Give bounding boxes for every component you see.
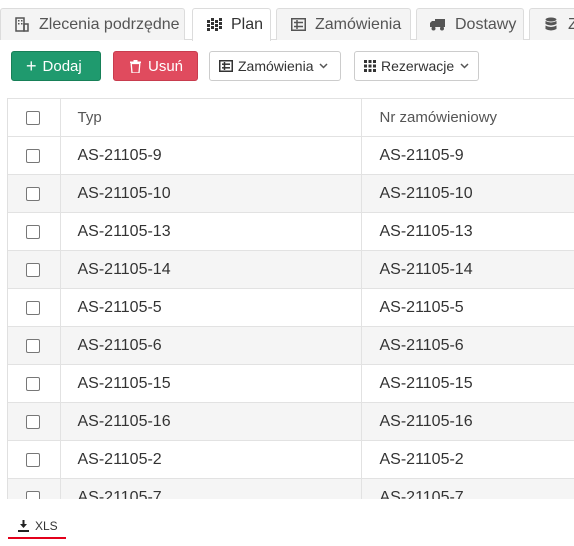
plus-icon: + [26, 56, 37, 76]
tab-dostawy[interactable]: Dostawy [416, 8, 524, 40]
cell-typ: AS-21105-14 [60, 250, 362, 289]
row-checkbox[interactable] [26, 148, 40, 163]
cell-typ: AS-21105-10 [60, 174, 362, 213]
table-row[interactable]: AS-21105-9 AS-21105-9 [8, 136, 574, 175]
delete-button[interactable]: Usuń [113, 51, 198, 81]
table-row[interactable]: AS-21105-15 AS-21105-15 [8, 364, 574, 403]
row-checkbox[interactable] [26, 262, 40, 277]
cell-typ: AS-21105-13 [60, 212, 362, 251]
list-icon [219, 60, 233, 72]
table-header-row: Typ Nr zamówieniowy [8, 98, 574, 137]
tab-label: Z [568, 16, 574, 34]
truck-icon [430, 17, 446, 33]
table-row[interactable]: AS-21105-13 AS-21105-13 [8, 212, 574, 251]
table-row[interactable]: AS-21105-14 AS-21105-14 [8, 250, 574, 289]
download-icon [18, 520, 29, 532]
add-button[interactable]: + Dodaj [11, 51, 101, 81]
table-row[interactable]: AS-21105-6 AS-21105-6 [8, 326, 574, 365]
orders-table: Typ Nr zamówieniowy AS-21105-9 AS-21105-9… [7, 98, 574, 499]
table-row[interactable]: AS-21105-2 AS-21105-2 [8, 440, 574, 479]
table-row[interactable]: AS-21105-7 AS-21105-7 [8, 478, 574, 499]
orders-dropdown-label: Zamówienia [238, 58, 314, 74]
list-icon [290, 17, 306, 33]
building-icon [14, 17, 30, 33]
cell-nr-zamowieniowy: AS-21105-9 [361, 136, 574, 175]
reservations-dropdown[interactable]: Rezerwacje [354, 51, 479, 81]
tab-label: Zlecenia podrzędne [39, 15, 180, 33]
cell-nr-zamowieniowy: AS-21105-10 [361, 174, 574, 213]
tab-label: Dostawy [455, 15, 517, 33]
export-xls-button[interactable]: XLS [8, 512, 66, 540]
row-checkbox[interactable] [26, 224, 40, 239]
cell-nr-zamowieniowy: AS-21105-5 [361, 288, 574, 327]
cell-typ: AS-21105-5 [60, 288, 362, 327]
row-checkbox[interactable] [26, 414, 40, 429]
reservations-dropdown-label: Rezerwacje [381, 58, 455, 74]
database-icon [543, 17, 559, 33]
tab-plan[interactable]: Plan [192, 8, 271, 41]
cell-nr-zamowieniowy: AS-21105-14 [361, 250, 574, 289]
row-checkbox[interactable] [26, 300, 40, 315]
column-header-typ[interactable]: Typ [60, 98, 362, 137]
cell-typ: AS-21105-7 [60, 478, 362, 499]
select-all-checkbox[interactable] [26, 110, 40, 125]
column-header-nr-zamowieniowy[interactable]: Nr zamówieniowy [361, 98, 574, 137]
chevron-down-icon [460, 63, 469, 69]
tab-label: Plan [231, 16, 264, 33]
cell-nr-zamowieniowy: AS-21105-2 [361, 440, 574, 479]
row-checkbox[interactable] [26, 338, 40, 353]
tab-zamowienia[interactable]: Zamówienia [276, 8, 411, 40]
tab-zlecenia-podrzedne[interactable]: Zlecenia podrzędne [0, 8, 185, 40]
row-checkbox[interactable] [26, 376, 40, 391]
cell-nr-zamowieniowy: AS-21105-7 [361, 478, 574, 499]
grid-icon [364, 60, 376, 72]
cell-nr-zamowieniowy: AS-21105-16 [361, 402, 574, 441]
row-checkbox[interactable] [26, 452, 40, 467]
table-row[interactable]: AS-21105-16 AS-21105-16 [8, 402, 574, 441]
chevron-down-icon [319, 63, 329, 69]
cell-nr-zamowieniowy: AS-21105-13 [361, 212, 574, 251]
table-row[interactable]: AS-21105-5 AS-21105-5 [8, 288, 574, 327]
cell-typ: AS-21105-15 [60, 364, 362, 403]
delete-button-label: Usuń [148, 57, 184, 75]
tab-label: Zamówienia [315, 15, 402, 33]
tab-database[interactable]: Z [529, 8, 574, 40]
export-xls-label: XLS [35, 519, 58, 533]
cell-typ: AS-21105-2 [60, 440, 362, 479]
active-underline [8, 537, 66, 539]
cell-nr-zamowieniowy: AS-21105-6 [361, 326, 574, 365]
trash-icon [130, 59, 141, 73]
cell-typ: AS-21105-16 [60, 402, 362, 441]
row-checkbox[interactable] [26, 186, 40, 201]
orders-dropdown[interactable]: Zamówienia [209, 51, 341, 81]
cell-typ: AS-21105-6 [60, 326, 362, 365]
table-row[interactable]: AS-21105-10 AS-21105-10 [8, 174, 574, 213]
row-checkbox[interactable] [26, 490, 40, 499]
cell-nr-zamowieniowy: AS-21105-15 [361, 364, 574, 403]
grid-icon [206, 17, 222, 33]
tab-bar: Zlecenia podrzędne Plan Zamówienia Dosta… [0, 0, 574, 41]
cell-typ: AS-21105-9 [60, 136, 362, 175]
add-button-label: Dodaj [42, 57, 82, 75]
